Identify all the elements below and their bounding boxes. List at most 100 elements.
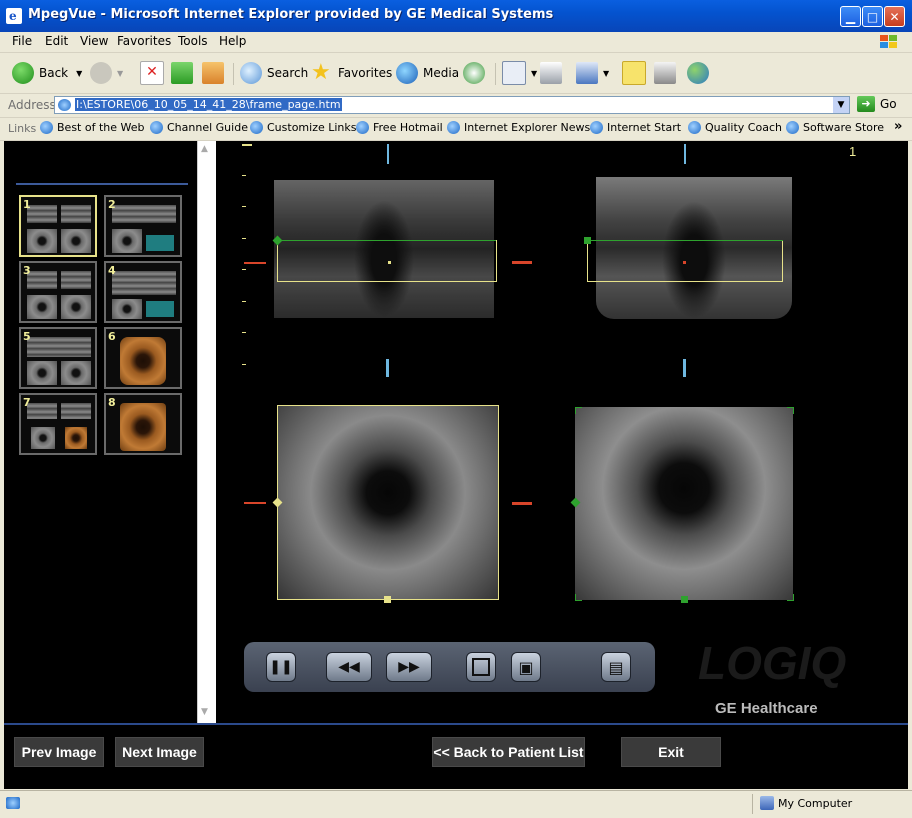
thumbnail-1[interactable]: 1 [19,195,97,257]
thumbnail-4[interactable]: 4 [104,261,182,323]
thumbnail-5[interactable]: 5 [19,327,97,389]
links-more-chevron[interactable]: » [894,119,902,134]
link-quality-coach[interactable]: Quality Coach [688,121,782,134]
print-button[interactable] [540,60,567,86]
menu-help[interactable]: Help [219,34,246,48]
home-button[interactable] [202,60,229,86]
link-label: Customize Links [267,121,357,134]
link-software-store[interactable]: Software Store [786,121,884,134]
edit-button[interactable]: ▼ [576,60,609,86]
thumbnail-3[interactable]: 3 [19,261,97,323]
fast-forward-icon: ▶▶ [398,659,420,675]
chevron-down-icon[interactable]: ▼ [117,69,123,78]
back-label: Back [39,66,69,80]
menu-tools[interactable]: Tools [178,34,208,48]
prev-image-button[interactable]: Prev Image [14,737,104,767]
refresh-button[interactable] [171,60,198,86]
address-url: I:\ESTORE\06_10_05_14_41_28\frame_page.h… [75,98,342,111]
status-divider [752,794,753,814]
research-button[interactable] [654,60,681,86]
go-button[interactable]: ➜ Go [857,96,897,112]
marker-blue [684,144,686,164]
export-button[interactable]: ▤ [601,652,631,682]
maximize-button[interactable]: □ [862,6,883,27]
thumbnail-7[interactable]: 7 [19,393,97,455]
link-customize-links[interactable]: Customize Links [250,121,357,134]
arrow-blue [386,359,389,377]
close-button[interactable]: ✕ [884,6,905,27]
menu-file[interactable]: File [12,34,32,48]
back-button[interactable]: Back ▼ [12,60,82,86]
discuss-button[interactable] [622,60,651,86]
fullscreen-button[interactable] [466,652,496,682]
frame-number: 1 [849,144,857,159]
messenger-icon [687,62,709,84]
research-icon [654,62,676,84]
thumbnail-number: 6 [108,330,116,343]
window-title: MpegVue - Microsoft Internet Explorer pr… [28,7,554,22]
arrow-blue [683,359,686,377]
thumbnail-panel: 1 2 3 4 5 6 7 8 [4,141,197,723]
next-image-button[interactable]: Next Image [115,737,204,767]
menu-edit[interactable]: Edit [45,34,68,48]
my-computer-icon [760,796,774,810]
roi-box-c[interactable] [277,405,499,600]
security-zone-label: My Computer [778,797,853,810]
back-to-patient-list-button[interactable]: << Back to Patient List [432,737,585,767]
history-button[interactable] [463,60,490,86]
chevron-down-icon[interactable]: ▼ [603,69,609,78]
mail-button[interactable]: ▼ [502,60,537,86]
chevron-down-icon[interactable]: ▼ [531,69,537,78]
chevron-down-icon[interactable]: ▼ [833,97,849,113]
favorites-button[interactable]: ★ Favorites [311,60,392,86]
ultrasound-viewer: 1 LOGIQ GE Healthcare [216,141,908,723]
windows-logo-icon [880,35,897,48]
save-button[interactable]: ▣ [511,652,541,682]
scroll-up-icon[interactable]: ▲ [201,144,208,154]
page-icon [58,99,71,111]
pause-button[interactable]: ❚❚ [266,652,296,682]
thumbnail-6[interactable]: 6 [104,327,182,389]
export-icon: ▤ [608,657,624,677]
fast-forward-button[interactable]: ▶▶ [386,652,432,682]
status-bar: My Computer [0,790,912,818]
link-label: Free Hotmail [373,121,443,134]
fullscreen-icon [472,658,490,676]
ultrasound-image-d [575,407,793,600]
search-label: Search [267,66,309,80]
ruler-tick [242,144,252,146]
link-label: Internet Explorer News [464,121,591,134]
roi-box-a[interactable] [277,240,497,282]
marker-red [244,262,266,264]
thumbnail-8[interactable]: 8 [104,393,182,455]
address-input[interactable]: I:\ESTORE\06_10_05_14_41_28\frame_page.h… [54,96,850,114]
chevron-down-icon[interactable]: ▼ [76,69,82,78]
back-arrow-icon [12,62,34,84]
frame-scrollbar[interactable]: ▲ ▼ [197,141,217,723]
link-best-of-the-web[interactable]: Best of the Web [40,121,144,134]
thumbnail-divider [16,183,188,185]
toolbar-separator [233,63,234,85]
menu-bar: File Edit View Favorites Tools Help [0,32,912,53]
search-button[interactable]: Search [240,60,308,86]
forward-button[interactable]: ▼ [90,60,123,86]
address-bar: Address I:\ESTORE\06_10_05_14_41_28\fram… [0,94,912,118]
link-internet-start[interactable]: Internet Start [590,121,681,134]
thumbnail-2[interactable]: 2 [104,195,182,257]
stop-button[interactable]: ✕ [140,60,169,86]
menu-view[interactable]: View [80,34,108,48]
exit-button[interactable]: Exit [621,737,721,767]
menu-favorites[interactable]: Favorites [117,34,171,48]
link-ie-news[interactable]: Internet Explorer News [447,121,590,134]
rewind-button[interactable]: ◀◀ [326,652,372,682]
minimize-button[interactable]: ▁ [840,6,861,27]
thumbnail-number: 1 [23,198,31,211]
link-channel-guide[interactable]: Channel Guide [150,121,248,134]
ie-link-icon [688,121,701,134]
scroll-down-icon[interactable]: ▼ [201,707,208,717]
media-button[interactable]: Media [396,60,459,86]
thumbnail-number: 4 [108,264,116,277]
messenger-button[interactable] [687,60,714,86]
link-free-hotmail[interactable]: Free Hotmail [356,121,443,134]
marker-red [244,502,266,504]
